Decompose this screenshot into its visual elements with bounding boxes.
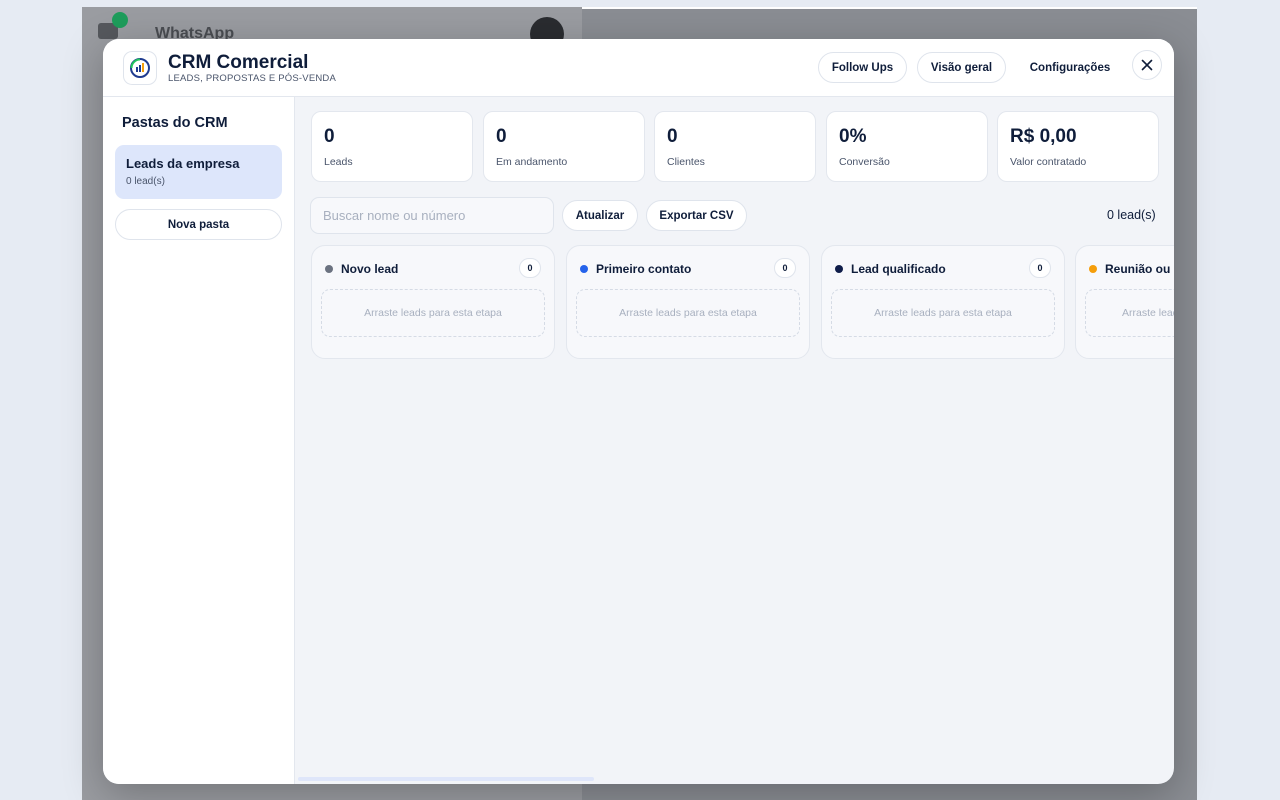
kanban-column-lead-qualificado: Lead qualificado 0 Arraste leads para es… [821, 245, 1065, 359]
drop-zone[interactable]: Arraste leads para esta etapa [576, 289, 800, 337]
app-title: CRM Comercial [168, 52, 309, 73]
folder-count: 0 lead(s) [126, 176, 165, 187]
stat-value: 0% [839, 126, 867, 147]
stat-value: 0 [324, 126, 335, 147]
stat-value: 0 [496, 126, 507, 147]
stat-card-conversion: 0% Conversão [826, 111, 988, 182]
column-count-badge: 0 [774, 258, 796, 278]
stat-value: R$ 0,00 [1010, 126, 1077, 147]
stage-dot-icon [835, 265, 843, 273]
stat-label: Em andamento [496, 156, 568, 168]
stat-value: 0 [667, 126, 678, 147]
horizontal-scrollbar[interactable] [298, 777, 594, 781]
stage-dot-icon [1089, 265, 1097, 273]
column-title: Lead qualificado [851, 262, 946, 276]
app-subtitle: LEADS, PROPOSTAS E PÓS-VENDA [168, 73, 337, 84]
folder-name: Leads da empresa [126, 156, 240, 171]
sidebar-title: Pastas do CRM [122, 115, 228, 131]
stat-card-in-progress: 0 Em andamento [483, 111, 645, 182]
close-icon [1141, 59, 1153, 71]
column-count-badge: 0 [1029, 258, 1051, 278]
crm-modal: CRM Comercial LEADS, PROPOSTAS E PÓS-VEN… [103, 39, 1174, 784]
stage-dot-icon [580, 265, 588, 273]
modal-header: CRM Comercial LEADS, PROPOSTAS E PÓS-VEN… [103, 39, 1174, 97]
stat-label: Conversão [839, 156, 890, 168]
lead-count: 0 lead(s) [1107, 208, 1156, 222]
column-title: Primeiro contato [596, 262, 692, 276]
drop-zone[interactable]: Arraste leads para esta etapa [1085, 289, 1174, 337]
column-count-badge: 0 [519, 258, 541, 278]
stat-label: Clientes [667, 156, 705, 168]
stage-dot-icon [325, 265, 333, 273]
column-title: Novo lead [341, 262, 399, 276]
stat-card-leads: 0 Leads [311, 111, 473, 182]
export-csv-button[interactable]: Exportar CSV [646, 200, 747, 231]
follow-ups-button[interactable]: Follow Ups [818, 52, 907, 83]
kanban-column-reuniao: Reunião ou 0 Arraste leads para esta eta… [1075, 245, 1174, 359]
column-title: Reunião ou [1105, 262, 1171, 276]
overview-button[interactable]: Visão geral [917, 52, 1006, 83]
drop-zone[interactable]: Arraste leads para esta etapa [831, 289, 1055, 337]
stat-label: Valor contratado [1010, 156, 1087, 168]
kanban-column-primeiro-contato: Primeiro contato 0 Arraste leads para es… [566, 245, 810, 359]
background-status-dot-icon [112, 12, 128, 28]
close-button[interactable] [1132, 50, 1162, 80]
stat-card-clients: 0 Clientes [654, 111, 816, 182]
drop-zone[interactable]: Arraste leads para esta etapa [321, 289, 545, 337]
crm-logo-icon [123, 51, 157, 85]
search-input[interactable] [310, 197, 554, 234]
stat-label: Leads [324, 156, 353, 168]
new-folder-button[interactable]: Nova pasta [115, 209, 282, 240]
stat-card-contracted-value: R$ 0,00 Valor contratado [997, 111, 1159, 182]
sidebar: Pastas do CRM Leads da empresa 0 lead(s)… [103, 97, 295, 784]
sidebar-item-leads-da-empresa[interactable]: Leads da empresa 0 lead(s) [115, 145, 282, 199]
kanban-column-novo-lead: Novo lead 0 Arraste leads para esta etap… [311, 245, 555, 359]
settings-button[interactable]: Configurações [1017, 52, 1123, 83]
refresh-button[interactable]: Atualizar [562, 200, 638, 231]
